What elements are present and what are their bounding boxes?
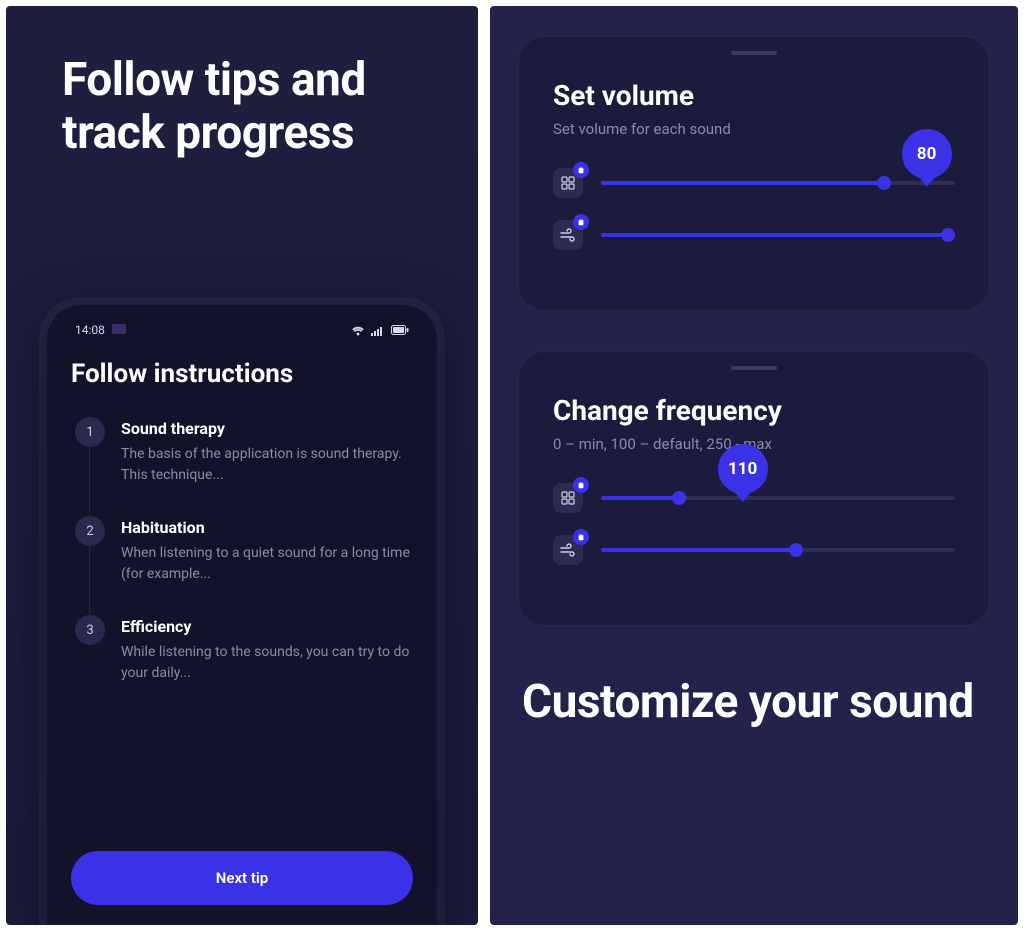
step-number: 3 [75, 615, 105, 645]
wind-sound-icon[interactable] [553, 535, 583, 565]
frequency-pin: 110 [718, 444, 768, 494]
delete-badge-icon[interactable] [573, 162, 589, 178]
delete-badge-icon[interactable] [573, 529, 589, 545]
volume-card: Set volume Set volume for each sound 80 [518, 36, 990, 311]
step-title: Sound therapy [121, 419, 413, 438]
drag-handle-icon[interactable] [731, 51, 777, 55]
volume-slider-row-2 [553, 220, 955, 250]
wind-sound-icon[interactable] [553, 220, 583, 250]
promo-panel-left: Follow tips and track progress 14:08 Fol… [6, 6, 478, 925]
status-bar: 14:08 [71, 323, 413, 351]
battery-icon [391, 325, 409, 336]
frequency-slider-2[interactable] [601, 548, 955, 552]
next-tip-button[interactable]: Next tip [71, 851, 413, 905]
step-item[interactable]: 2 Habituation When listening to a quiet … [75, 516, 413, 585]
status-indicator-icon [112, 324, 126, 334]
volume-card-title: Set volume [553, 79, 955, 112]
promo-panel-right: Set volume Set volume for each sound 80 [490, 6, 1018, 925]
signal-icon [371, 325, 385, 336]
frequency-slider-row-1: 110 [553, 483, 955, 513]
step-item[interactable]: 3 Efficiency While listening to the soun… [75, 615, 413, 684]
drag-handle-icon[interactable] [731, 366, 777, 370]
step-number: 2 [75, 516, 105, 546]
delete-badge-icon[interactable] [573, 477, 589, 493]
step-item[interactable]: 1 Sound therapy The basis of the applica… [75, 417, 413, 486]
frequency-card: Change frequency 0 – min, 100 – default,… [518, 351, 990, 626]
delete-badge-icon[interactable] [573, 214, 589, 230]
status-icons [351, 325, 409, 336]
step-title: Habituation [121, 518, 413, 537]
volume-slider-1[interactable]: 80 [601, 181, 955, 185]
volume-slider-row-1: 80 [553, 168, 955, 198]
phone-mockup: 14:08 Follow instructions 1 Sound therap… [47, 305, 437, 925]
status-time: 14:08 [75, 323, 105, 337]
promo-heading-right: Customize your sound [518, 666, 990, 729]
volume-slider-2[interactable] [601, 233, 955, 237]
grid-sound-icon[interactable] [553, 483, 583, 513]
frequency-card-title: Change frequency [553, 394, 955, 427]
volume-pin: 80 [902, 129, 952, 179]
step-description: While listening to the sounds, you can t… [121, 642, 413, 684]
promo-heading-left: Follow tips and track progress [6, 6, 478, 160]
volume-card-subtitle: Set volume for each sound [553, 120, 955, 138]
grid-sound-icon[interactable] [553, 168, 583, 198]
step-title: Efficiency [121, 617, 413, 636]
step-number: 1 [75, 417, 105, 447]
frequency-slider-1[interactable]: 110 [601, 496, 955, 500]
frequency-slider-row-2 [553, 535, 955, 565]
instructions-title: Follow instructions [71, 351, 413, 417]
step-description: The basis of the application is sound th… [121, 444, 413, 486]
instruction-steps: 1 Sound therapy The basis of the applica… [71, 417, 413, 684]
wifi-icon [351, 325, 365, 336]
step-description: When listening to a quiet sound for a lo… [121, 543, 413, 585]
